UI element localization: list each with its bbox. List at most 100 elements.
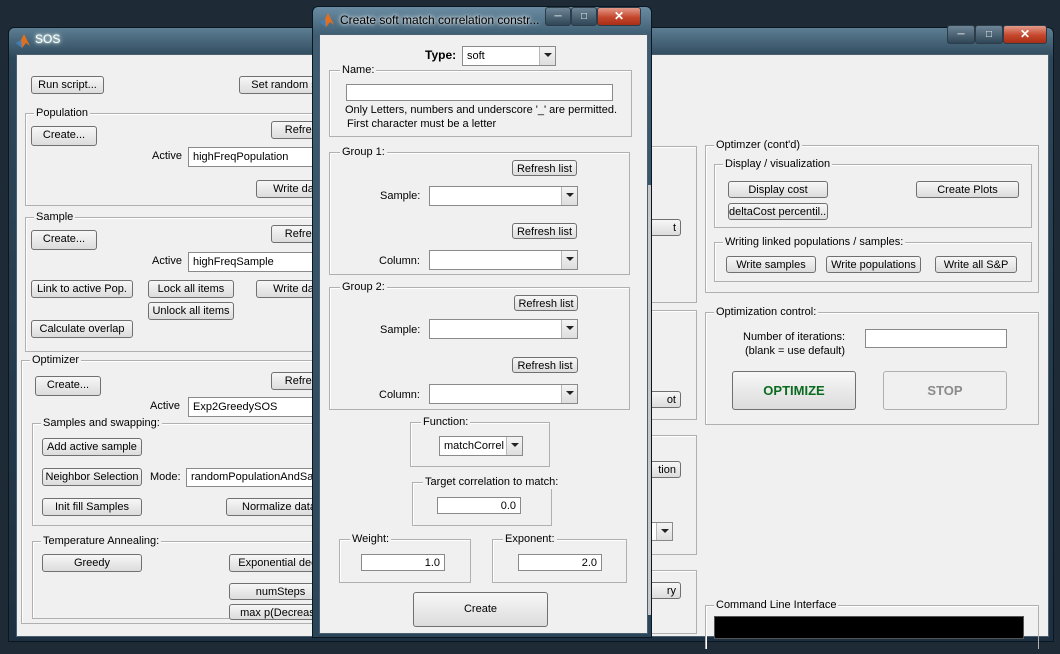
- group1-column-label: Column:: [379, 255, 420, 267]
- function-value: matchCorrel: [444, 440, 504, 452]
- dialog-title: Create soft match correlation constr...: [340, 13, 540, 27]
- cli-label: Command Line Interface: [714, 598, 839, 612]
- group2-column-label: Column:: [379, 389, 420, 401]
- calculate-overlap-button[interactable]: Calculate overlap: [31, 320, 133, 338]
- display-cost-button[interactable]: Display cost: [728, 181, 828, 198]
- population-create-button[interactable]: Create...: [31, 126, 97, 146]
- exponent-label: Exponent:: [503, 532, 557, 546]
- group2-label: Group 2:: [340, 280, 387, 294]
- run-script-button[interactable]: Run script...: [31, 76, 104, 94]
- mode-field[interactable]: randomPopulationAndSa...: [186, 468, 332, 487]
- sample-label: Sample: [34, 210, 76, 224]
- group2-refresh-column-button[interactable]: Refresh list: [512, 357, 578, 373]
- close-button[interactable]: ✕: [1003, 25, 1047, 44]
- group1-sample-label: Sample:: [380, 190, 421, 202]
- function-select[interactable]: matchCorrel: [439, 436, 523, 456]
- optimize-button[interactable]: OPTIMIZE: [732, 371, 856, 410]
- optimizer-label: Optimizer: [30, 353, 82, 367]
- dialog-minimize-button[interactable]: ─: [545, 7, 571, 26]
- maximize-icon: □: [580, 11, 588, 22]
- writing-linked-label: Writing linked populations / samples:: [723, 235, 906, 249]
- function-group: Function: matchCorrel: [410, 415, 550, 467]
- weight-input[interactable]: 1.0: [361, 554, 445, 571]
- dialog-scrollbar[interactable]: [648, 185, 651, 615]
- group2-sample-label: Sample:: [380, 324, 421, 336]
- unlock-all-items-button[interactable]: Unlock all items: [148, 302, 234, 320]
- group1-refresh-sample-button[interactable]: Refresh list: [512, 160, 577, 176]
- delta-cost-percentile-button[interactable]: deltaCost percentil...: [728, 203, 828, 220]
- optimizer-contd-group: Optimzer (cont'd) Display / visualizatio…: [705, 138, 1039, 293]
- write-samples-button[interactable]: Write samples: [726, 256, 816, 273]
- name-input[interactable]: [346, 84, 613, 101]
- group2-refresh-sample-button[interactable]: Refresh list: [514, 295, 578, 311]
- display-visualization-label: Display / visualization: [723, 157, 833, 171]
- write-all-sp-button[interactable]: Write all S&P: [935, 256, 1017, 273]
- chevron-down-icon: [539, 47, 555, 65]
- type-value: soft: [467, 50, 485, 62]
- type-label: Type:: [425, 48, 457, 62]
- group2-group: Group 2: Refresh list Sample: Refresh li…: [329, 280, 630, 410]
- cli-input[interactable]: [714, 616, 1024, 639]
- temperature-annealing-label: Temperature Annealing:: [41, 534, 162, 548]
- sample-active-field[interactable]: highFreqSample: [188, 252, 331, 272]
- dialog-client-area: Type: soft Name: Only Letters, numbers a…: [319, 34, 651, 634]
- target-correlation-group: Target correlation to match: 0.0: [412, 475, 561, 526]
- display-visualization-group: Display / visualization Display cost Cre…: [714, 157, 1032, 228]
- maximize-icon: □: [985, 29, 993, 40]
- write-populations-button[interactable]: Write populations: [826, 256, 921, 273]
- function-label: Function:: [421, 415, 471, 429]
- link-active-pop-button[interactable]: Link to active Pop.: [31, 280, 133, 298]
- population-active-field[interactable]: highFreqPopulation: [188, 147, 331, 167]
- optimization-control-label: Optimization control:: [714, 305, 819, 319]
- group1-sample-select[interactable]: [429, 186, 578, 206]
- iterations-hint: (blank = use default): [745, 345, 845, 357]
- exponent-input[interactable]: 2.0: [518, 554, 602, 571]
- minimize-icon: ─: [554, 11, 562, 22]
- group2-sample-select[interactable]: [429, 319, 578, 339]
- type-select[interactable]: soft: [462, 46, 556, 66]
- matlab-logo-icon: [320, 13, 334, 27]
- dialog-maximize-button[interactable]: □: [571, 7, 597, 26]
- sample-group: Sample Create... Refres Active highFreqS…: [25, 210, 335, 352]
- target-correlation-label: Target correlation to match:: [423, 475, 561, 489]
- greedy-button[interactable]: Greedy: [42, 554, 142, 572]
- optimizer-active-field[interactable]: Exp2GreedySOS: [188, 397, 331, 417]
- group1-column-select[interactable]: [429, 250, 578, 270]
- lock-all-items-button[interactable]: Lock all items: [148, 280, 234, 298]
- create-button[interactable]: Create: [413, 592, 548, 627]
- name-hint-2: First character must be a letter: [347, 118, 497, 130]
- minimize-icon: ─: [957, 29, 965, 40]
- iterations-input[interactable]: [865, 329, 1007, 348]
- chevron-down-icon: [506, 437, 522, 455]
- dialog-close-button[interactable]: ✕: [597, 7, 641, 26]
- matlab-logo-icon: [16, 34, 30, 48]
- sample-create-button[interactable]: Create...: [31, 230, 97, 250]
- writing-linked-group: Writing linked populations / samples: Wr…: [714, 235, 1032, 282]
- create-plots-button[interactable]: Create Plots: [916, 181, 1019, 198]
- chevron-down-icon: [561, 385, 577, 403]
- add-active-sample-button[interactable]: Add active sample: [42, 438, 142, 456]
- group1-label: Group 1:: [340, 145, 387, 159]
- samples-swapping-group: Samples and swapping: Add active sample …: [32, 416, 332, 526]
- group1-refresh-column-button[interactable]: Refresh list: [512, 223, 577, 239]
- name-hint-1: Only Letters, numbers and underscore '_'…: [345, 104, 618, 116]
- neighbor-selection-button[interactable]: Neighbor Selection: [42, 468, 142, 486]
- optimizer-contd-label: Optimzer (cont'd): [714, 138, 803, 152]
- stop-button[interactable]: STOP: [883, 371, 1007, 410]
- minimize-button[interactable]: ─: [947, 25, 975, 44]
- mode-label: Mode:: [150, 471, 181, 483]
- init-fill-samples-button[interactable]: Init fill Samples: [42, 498, 142, 516]
- chevron-down-icon: [656, 523, 672, 540]
- maximize-button[interactable]: □: [975, 25, 1003, 44]
- chevron-down-icon: [561, 251, 577, 269]
- group2-column-select[interactable]: [429, 384, 578, 404]
- chevron-down-icon: [561, 187, 577, 205]
- target-correlation-input[interactable]: 0.0: [437, 497, 521, 514]
- chevron-down-icon: [561, 320, 577, 338]
- exponent-group: Exponent: 2.0: [492, 532, 627, 583]
- samples-swapping-label: Samples and swapping:: [41, 416, 162, 430]
- name-group: Name: Only Letters, numbers and undersco…: [329, 63, 632, 137]
- name-label: Name:: [340, 63, 377, 77]
- optimizer-create-button[interactable]: Create...: [35, 376, 101, 396]
- close-icon: ✕: [1019, 27, 1031, 41]
